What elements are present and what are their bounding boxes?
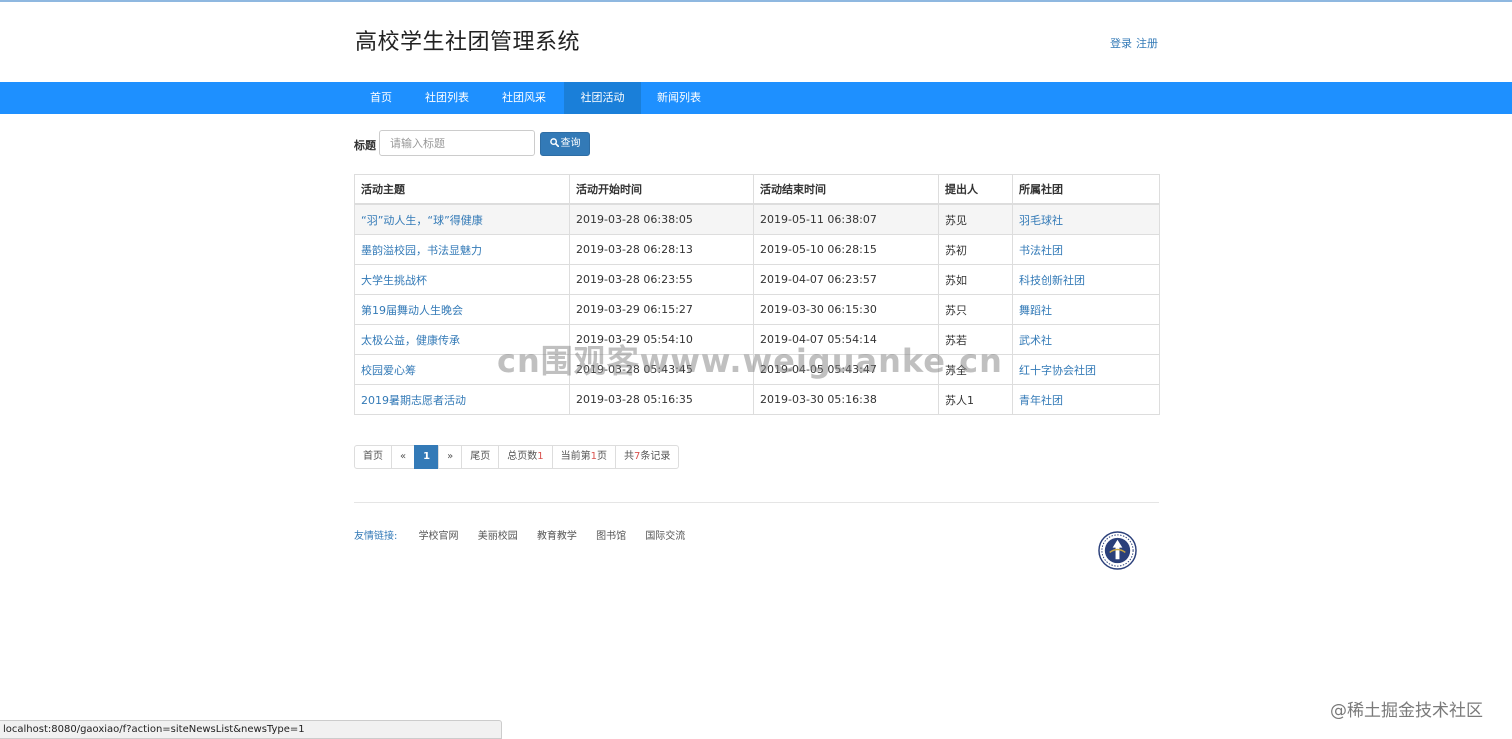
cell-start-time: 2019-03-28 05:16:35 — [569, 384, 754, 415]
table-row: “羽”动人生，“球”得健康 2019-03-28 06:38:05 2019-05-… — [354, 203, 1160, 235]
cell-club[interactable]: 青年社团 — [1012, 384, 1160, 415]
browser-status-url: localhost:8080/gaoxiao/f?action=siteNews… — [0, 720, 502, 739]
pager-total-pages: 总页数1 — [498, 445, 553, 469]
register-link[interactable]: 注册 — [1136, 37, 1158, 50]
cell-start-time: 2019-03-28 06:28:13 — [569, 234, 754, 265]
table-row: 大学生挑战杯 2019-03-28 06:23:55 2019-04-07 06:2… — [354, 264, 1160, 295]
cell-club[interactable]: 红十字协会社团 — [1012, 354, 1160, 385]
link-international-exchange[interactable]: 国际交流 — [645, 531, 685, 542]
friendly-links: 友情链接: 学校官网 美丽校园 教育教学 图书馆 国际交流 — [354, 527, 701, 542]
cell-club[interactable]: 武术社 — [1012, 324, 1160, 355]
cell-end-time: 2019-03-30 05:16:38 — [753, 384, 939, 415]
cell-end-time: 2019-05-11 06:38:07 — [753, 203, 939, 235]
cell-proposer: 苏人1 — [938, 384, 1013, 415]
search-button-label: 查询 — [560, 138, 581, 149]
column-header-topic: 活动主题 — [354, 174, 570, 205]
nav-item-club-list[interactable]: 社团列表 — [411, 82, 483, 114]
nav-item-home[interactable]: 首页 — [355, 82, 407, 114]
cell-topic[interactable]: 2019暑期志愿者活动 — [354, 384, 570, 415]
table-row: 校园爱心筹 2019-03-28 05:43:45 2019-04-05 05:43… — [354, 354, 1160, 385]
cell-proposer: 苏全 — [938, 354, 1013, 385]
auth-links: 登录 注册 — [1110, 35, 1158, 51]
site-title: 高校学生社团管理系统 — [355, 30, 581, 55]
table-body: “羽”动人生，“球”得健康 2019-03-28 06:38:05 2019-05-… — [354, 203, 1160, 415]
pager-prev[interactable]: « — [391, 445, 416, 469]
cell-topic[interactable]: 校园爱心筹 — [354, 354, 570, 385]
cell-topic[interactable]: 太极公益，健康传承 — [354, 324, 570, 355]
column-header-club: 所属社团 — [1012, 174, 1160, 205]
pager-first-page[interactable]: 首页 — [354, 445, 392, 469]
activity-table: 活动主题 活动开始时间 活动结束时间 提出人 所属社团 “羽”动人生，“球”得健… — [354, 174, 1160, 415]
search-label: 标题 — [354, 139, 376, 152]
cell-proposer: 苏如 — [938, 264, 1013, 295]
friendly-links-label: 友情链接: — [354, 531, 398, 542]
cell-end-time: 2019-03-30 06:15:30 — [753, 294, 939, 325]
table-row: 墨韵溢校园，书法显魅力 2019-03-28 06:28:13 2019-05-10… — [354, 234, 1160, 265]
pager-total-records: 共7条记录 — [614, 445, 680, 469]
pager-last-page[interactable]: 尾页 — [461, 445, 500, 469]
total-records-label: 共 — [623, 451, 634, 462]
cell-club[interactable]: 羽毛球社 — [1012, 203, 1160, 235]
table-row: 第19届舞动人生晚会 2019-03-29 06:15:27 2019-03-30 … — [354, 294, 1160, 325]
cell-end-time: 2019-05-10 06:28:15 — [753, 234, 939, 265]
cell-topic[interactable]: 第19届舞动人生晚会 — [354, 294, 570, 325]
nav-item-news-list[interactable]: 新闻列表 — [643, 82, 715, 114]
current-page-label: 当前第 — [560, 451, 591, 462]
login-link[interactable]: 登录 — [1110, 37, 1132, 50]
cell-start-time: 2019-03-29 05:54:10 — [569, 324, 754, 355]
cell-topic[interactable]: 墨韵溢校园，书法显魅力 — [354, 234, 570, 265]
cell-proposer: 苏初 — [938, 234, 1013, 265]
cell-proposer: 苏只 — [938, 294, 1013, 325]
cell-start-time: 2019-03-29 06:15:27 — [569, 294, 754, 325]
cell-club[interactable]: 舞蹈社 — [1012, 294, 1160, 325]
pager-next[interactable]: » — [438, 445, 463, 469]
title-search-input[interactable] — [379, 130, 535, 156]
corner-watermark: @稀土掘金技术社区 — [1330, 701, 1483, 721]
cell-end-time: 2019-04-07 06:23:57 — [753, 264, 939, 295]
search-button[interactable]: 查询 — [540, 132, 590, 156]
main-navbar: 首页 社团列表 社团风采 社团活动 新闻列表 — [0, 82, 1512, 114]
current-page-suffix: 页 — [596, 451, 607, 462]
table-row: 太极公益，健康传承 2019-03-29 05:54:10 2019-04-07 0… — [354, 324, 1160, 355]
nav-item-club-showcase[interactable]: 社团风采 — [488, 82, 560, 114]
link-beautiful-campus[interactable]: 美丽校园 — [478, 531, 518, 542]
cell-end-time: 2019-04-05 05:43:47 — [753, 354, 939, 385]
column-header-start-time: 活动开始时间 — [569, 174, 754, 205]
cell-proposer: 苏若 — [938, 324, 1013, 355]
top-accent-line — [0, 0, 1512, 2]
pagination: 首页 « 1 » 尾页 总页数1 当前第1页 共7条记录 — [354, 445, 680, 469]
total-pages-value: 1 — [537, 451, 544, 462]
column-header-end-time: 活动结束时间 — [753, 174, 939, 205]
pager-current-page: 当前第1页 — [551, 445, 616, 469]
pager-current[interactable]: 1 — [414, 445, 440, 469]
cell-start-time: 2019-03-28 06:23:55 — [569, 264, 754, 295]
cell-proposer: 苏见 — [938, 203, 1013, 235]
cell-club[interactable]: 书法社团 — [1012, 234, 1160, 265]
cell-start-time: 2019-03-28 06:38:05 — [569, 203, 754, 235]
cell-topic[interactable]: 大学生挑战杯 — [354, 264, 570, 295]
search-icon — [549, 138, 559, 148]
table-header-row: 活动主题 活动开始时间 活动结束时间 提出人 所属社团 — [354, 174, 1160, 205]
cell-topic[interactable]: “羽”动人生，“球”得健康 — [354, 203, 570, 235]
cell-end-time: 2019-04-07 05:54:14 — [753, 324, 939, 355]
column-header-proposer: 提出人 — [938, 174, 1013, 205]
total-records-suffix: 条记录 — [640, 451, 671, 462]
table-row: 2019暑期志愿者活动 2019-03-28 05:16:35 2019-03-30… — [354, 384, 1160, 415]
school-emblem-icon — [1098, 531, 1137, 570]
footer-divider — [354, 502, 1159, 503]
link-library[interactable]: 图书馆 — [596, 531, 626, 542]
cell-start-time: 2019-03-28 05:43:45 — [569, 354, 754, 385]
total-pages-label: 总页数 — [507, 451, 538, 462]
link-education-teaching[interactable]: 教育教学 — [537, 531, 577, 542]
link-school-website[interactable]: 学校官网 — [419, 531, 459, 542]
cell-club[interactable]: 科技创新社团 — [1012, 264, 1160, 295]
nav-item-club-activities[interactable]: 社团活动 — [564, 82, 641, 114]
